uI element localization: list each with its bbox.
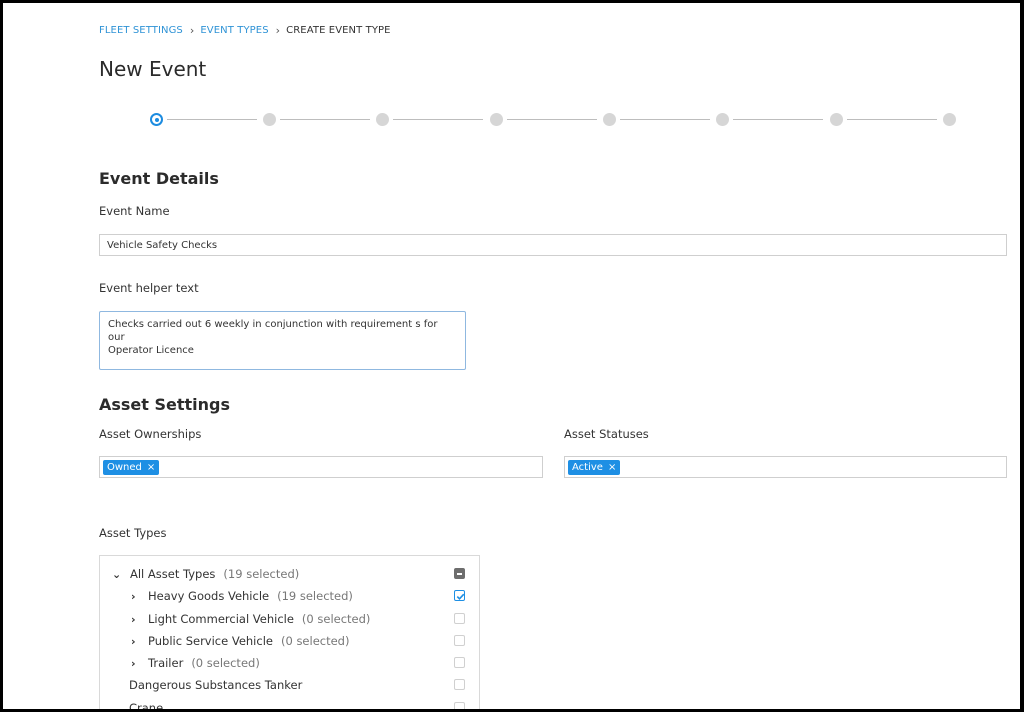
tree-row-label: Heavy Goods Vehicle (19 selected)	[148, 589, 353, 603]
tree-row-name: All Asset Types	[130, 567, 216, 581]
step-connector	[507, 119, 597, 120]
tree-row-count: (19 selected)	[223, 567, 300, 581]
breadcrumb: FLEET SETTINGS › EVENT TYPES › CREATE EV…	[99, 24, 391, 37]
helper-text-line-1: Checks carried out 6 weekly in conjuncti…	[108, 319, 438, 343]
tree-row-label: Trailer (0 selected)	[148, 656, 260, 670]
tree-row-name: Light Commercial Vehicle	[148, 612, 294, 626]
tree-row-trailer[interactable]: › Trailer (0 selected)	[100, 652, 479, 674]
checkmark-icon	[456, 593, 465, 600]
step-connector	[393, 119, 483, 120]
chevron-right-icon[interactable]: ›	[131, 590, 136, 603]
tree-row-count: (0 selected)	[191, 656, 260, 670]
ownership-tag-owned: Owned ×	[103, 459, 160, 475]
event-name-input[interactable]: Vehicle Safety Checks	[99, 234, 1007, 256]
chevron-down-icon[interactable]: ⌄	[112, 568, 121, 581]
chevron-right-icon: ›	[189, 24, 195, 37]
event-name-value: Vehicle Safety Checks	[107, 239, 218, 251]
checkbox-all-asset-types[interactable]	[454, 568, 465, 579]
checkbox-dangerous-substances-tanker[interactable]	[454, 679, 465, 690]
tree-row-label: Light Commercial Vehicle (0 selected)	[148, 612, 370, 626]
step-7-dot[interactable]	[830, 113, 843, 126]
asset-types-label: Asset Types	[99, 526, 167, 540]
tag-label: Active	[572, 461, 603, 473]
checkbox-light-commercial-vehicle[interactable]	[454, 613, 465, 624]
tree-row-count: (19 selected)	[277, 589, 353, 603]
step-2-dot[interactable]	[263, 113, 276, 126]
tag-label: Owned	[107, 461, 142, 473]
app-window: FLEET SETTINGS › EVENT TYPES › CREATE EV…	[0, 0, 1024, 712]
breadcrumb-fleet-settings[interactable]: FLEET SETTINGS	[99, 25, 183, 36]
event-helper-text-area[interactable]: Checks carried out 6 weekly in conjuncti…	[99, 311, 466, 370]
tree-row-count: (0 selected)	[301, 612, 371, 626]
chevron-right-icon[interactable]: ›	[131, 613, 136, 626]
step-5-dot[interactable]	[603, 113, 616, 126]
tree-row-name: Dangerous Substances Tanker	[129, 678, 303, 692]
step-6-dot[interactable]	[716, 113, 729, 126]
tree-row-label: All Asset Types (19 selected)	[130, 567, 299, 581]
progress-stepper	[150, 113, 958, 127]
step-connector	[733, 119, 823, 120]
page-title: New Event	[99, 57, 207, 81]
step-1-dot[interactable]	[150, 113, 163, 126]
checkbox-trailer[interactable]	[454, 657, 465, 668]
step-connector	[167, 119, 257, 120]
helper-text-line-2: Operator Licence	[108, 345, 194, 356]
asset-types-tree: ⌄ All Asset Types (19 selected) › Heavy G…	[99, 555, 480, 712]
tree-row-public-service-vehicle[interactable]: › Public Service Vehicle (0 selected)	[100, 630, 479, 652]
step-8-dot[interactable]	[943, 113, 956, 126]
event-name-label: Event Name	[99, 204, 170, 218]
close-icon[interactable]: ×	[608, 462, 616, 473]
tree-row-name: Public Service Vehicle	[148, 634, 273, 648]
tree-row-label: Public Service Vehicle (0 selected)	[148, 634, 349, 648]
step-connector	[620, 119, 710, 120]
step-connector	[280, 119, 370, 120]
close-icon[interactable]: ×	[147, 462, 155, 473]
asset-statuses-label: Asset Statuses	[564, 427, 649, 441]
tree-row-crane[interactable]: Crane	[100, 697, 479, 712]
breadcrumb-event-types[interactable]: EVENT TYPES	[200, 25, 268, 36]
asset-ownerships-select[interactable]: Owned ×	[99, 456, 543, 478]
tree-row-name: Trailer	[148, 656, 184, 670]
tree-row-count: (0 selected)	[280, 634, 350, 648]
status-tag-active: Active ×	[568, 459, 621, 475]
tree-row-dangerous-substances-tanker[interactable]: Dangerous Substances Tanker	[100, 674, 479, 696]
event-details-heading: Event Details	[99, 169, 219, 188]
asset-statuses-select[interactable]: Active ×	[564, 456, 1007, 478]
event-helper-text-label: Event helper text	[99, 281, 199, 295]
tree-row-heavy-goods-vehicle[interactable]: › Heavy Goods Vehicle (19 selected)	[100, 585, 479, 607]
chevron-right-icon[interactable]: ›	[131, 635, 136, 648]
checkbox-public-service-vehicle[interactable]	[454, 635, 465, 646]
step-4-dot[interactable]	[490, 113, 503, 126]
chevron-right-icon: ›	[275, 24, 281, 37]
asset-ownerships-label: Asset Ownerships	[99, 427, 202, 441]
tree-row-name: Heavy Goods Vehicle	[148, 589, 270, 603]
tree-row-name: Crane	[129, 701, 164, 712]
asset-settings-heading: Asset Settings	[99, 395, 231, 414]
chevron-right-icon[interactable]: ›	[131, 657, 136, 670]
checkbox-heavy-goods-vehicle[interactable]	[454, 590, 465, 601]
checkbox-crane[interactable]	[454, 702, 465, 709]
tree-row-all-asset-types[interactable]: ⌄ All Asset Types (19 selected)	[100, 563, 479, 585]
step-3-dot[interactable]	[376, 113, 389, 126]
step-connector	[847, 119, 937, 120]
breadcrumb-current: CREATE EVENT TYPE	[286, 25, 391, 36]
tree-row-light-commercial-vehicle[interactable]: › Light Commercial Vehicle (0 selected)	[100, 608, 479, 630]
